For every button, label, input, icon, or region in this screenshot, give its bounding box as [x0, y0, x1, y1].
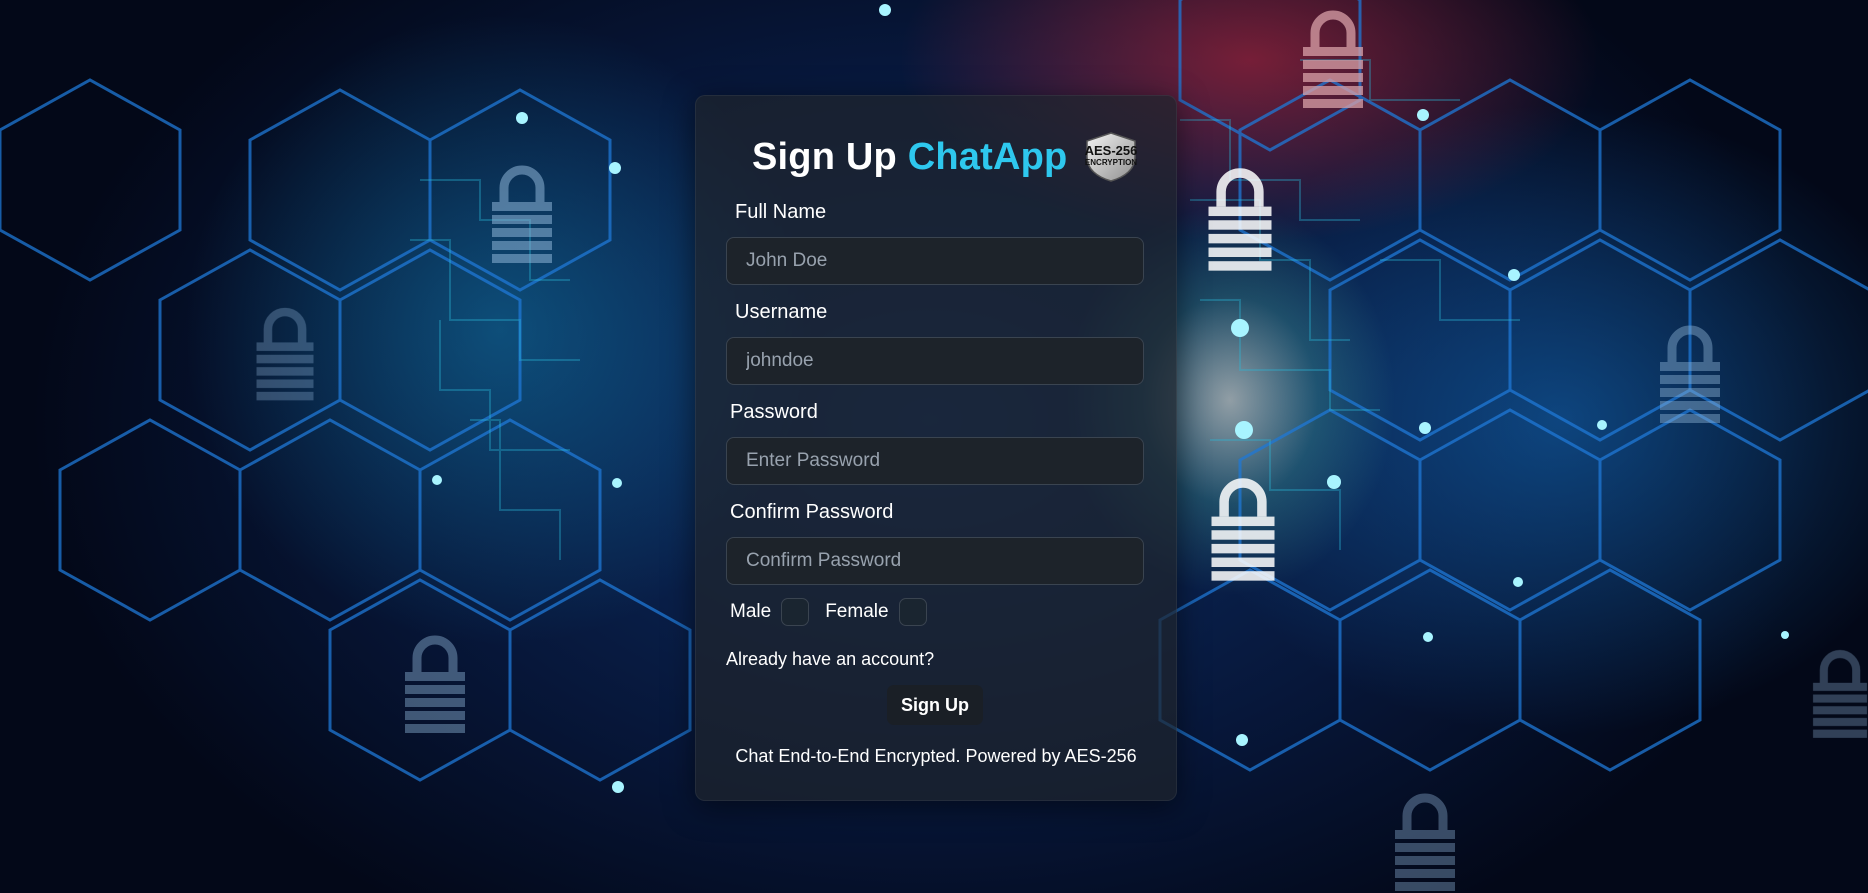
female-label: Female — [825, 601, 889, 622]
signup-card: Sign Up ChatApp AES-256 ENCRYPTION Full … — [695, 95, 1177, 801]
title-accent: ChatApp — [907, 135, 1068, 178]
encryption-footer: Chat End-to-End Encrypted. Powered by AE… — [735, 746, 1137, 766]
username-label: Username — [735, 301, 828, 323]
badge-line1: AES-256 — [1085, 143, 1138, 158]
signup-button[interactable]: Sign Up — [887, 685, 983, 725]
full-name-input[interactable] — [726, 237, 1144, 285]
password-input[interactable] — [726, 437, 1144, 485]
full-name-label: Full Name — [735, 201, 827, 223]
female-checkbox[interactable] — [898, 598, 927, 626]
password-label: Password — [730, 401, 818, 423]
title-prefix: Sign Up — [752, 135, 897, 178]
confirm-password-input[interactable] — [726, 537, 1144, 585]
male-checkbox[interactable] — [781, 598, 810, 626]
page-title: Sign Up ChatApp — [752, 136, 1067, 179]
username-input[interactable] — [726, 337, 1144, 385]
title-row: Sign Up ChatApp AES-256 ENCRYPTION — [752, 131, 1139, 183]
gender-selector: Male Female — [730, 598, 943, 626]
confirm-password-label: Confirm Password — [730, 501, 894, 523]
male-label: Male — [730, 601, 772, 622]
shield-badge-icon: AES-256 ENCRYPTION — [1083, 131, 1139, 183]
login-link[interactable]: Already have an account? — [726, 649, 934, 670]
badge-line2: ENCRYPTION — [1085, 158, 1137, 167]
